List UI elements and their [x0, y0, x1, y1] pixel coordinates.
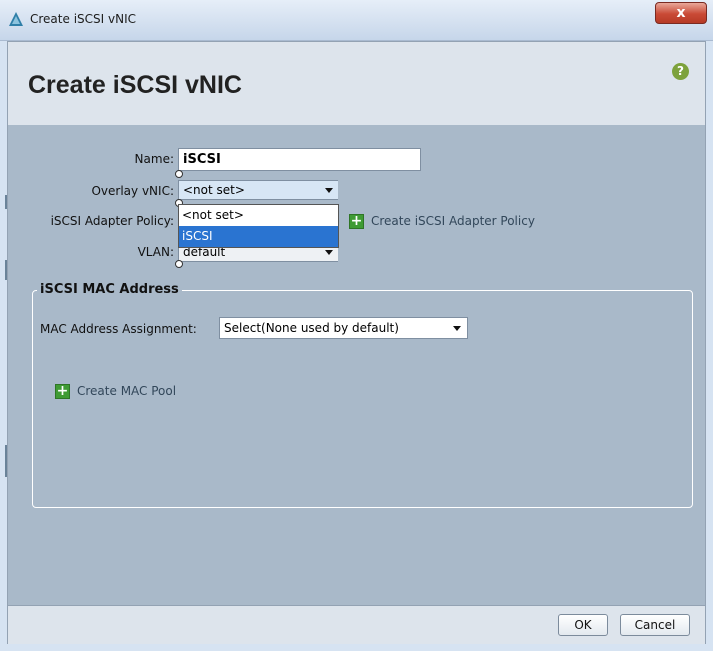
mac-assignment-select[interactable]: Select(None used by default) [219, 317, 468, 339]
overlay-vnic-select[interactable]: <not set> [178, 180, 338, 200]
name-label: Name: [134, 152, 174, 166]
create-adapter-policy-link[interactable]: Create iSCSI Adapter Policy [371, 214, 535, 228]
add-mac-pool-icon[interactable]: + [55, 384, 70, 399]
close-button[interactable]: x [655, 2, 707, 24]
name-info-icon [175, 170, 183, 178]
dropdown-option-iscsi[interactable]: iSCSI [179, 226, 338, 247]
mac-assignment-value: Select(None used by default) [224, 321, 399, 335]
overlay-vnic-label: Overlay vNIC: [91, 184, 174, 198]
page-title: Create iSCSI vNIC [28, 71, 242, 99]
adapter-policy-label: iSCSI Adapter Policy: [50, 214, 174, 228]
mac-assignment-label: MAC Address Assignment: [40, 322, 197, 336]
add-adapter-policy-icon[interactable]: + [349, 214, 364, 229]
title-bar[interactable]: Create iSCSI vNIC x [0, 0, 713, 41]
app-triangle-icon [9, 12, 23, 26]
chevron-down-icon[interactable] [448, 319, 466, 337]
dropdown-option-not-set[interactable]: <not set> [179, 205, 338, 226]
help-icon[interactable]: ? [672, 63, 689, 80]
mac-address-group-title: iSCSI MAC Address [37, 282, 182, 297]
ok-button[interactable]: OK [558, 614, 608, 636]
overlay-vnic-dropdown-list: <not set> iSCSI [178, 204, 339, 248]
cancel-button[interactable]: Cancel [620, 614, 690, 636]
create-iscsi-vnic-dialog: Create iSCSI vNIC x Create iSCSI vNIC ? … [0, 0, 713, 651]
chevron-down-icon[interactable] [320, 181, 338, 199]
vlan-info-icon [175, 260, 183, 268]
create-mac-pool-link[interactable]: Create MAC Pool [77, 384, 176, 398]
window-title: Create iSCSI vNIC [30, 12, 136, 26]
name-field[interactable]: iSCSI [178, 148, 421, 171]
dialog-header: Create iSCSI vNIC [8, 42, 705, 125]
vlan-label: VLAN: [137, 245, 174, 259]
overlay-vnic-value: <not set> [183, 183, 245, 197]
